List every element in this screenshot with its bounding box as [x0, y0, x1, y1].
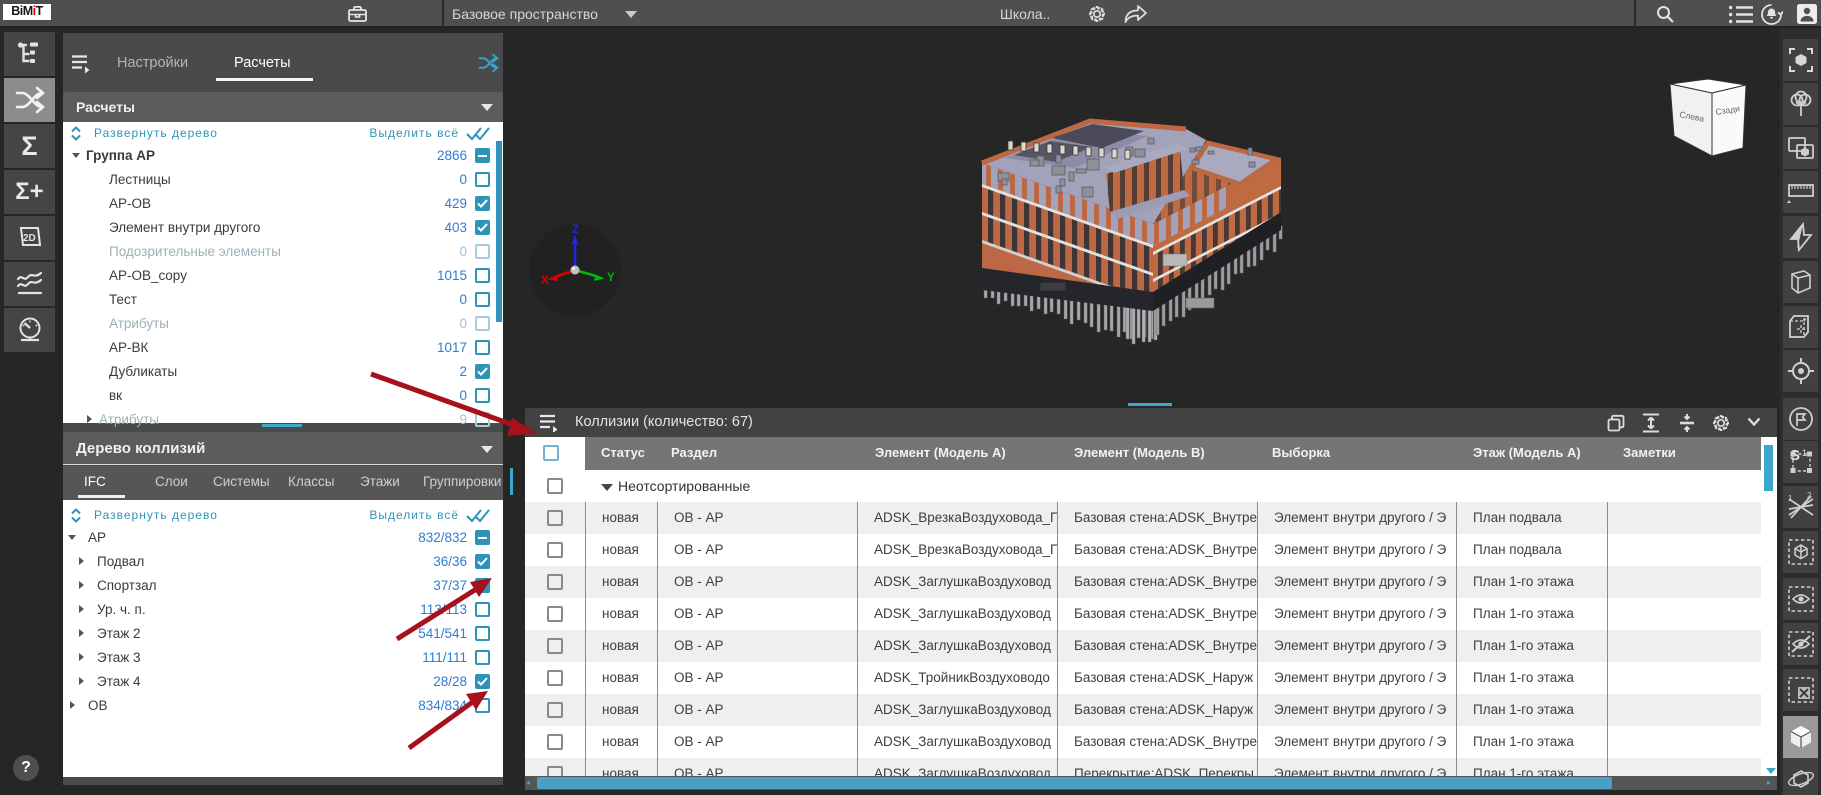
svg-text:2: 2	[1807, 491, 1812, 500]
svg-text:1: 1	[1802, 448, 1807, 458]
svg-text:1: 1	[1788, 494, 1793, 503]
